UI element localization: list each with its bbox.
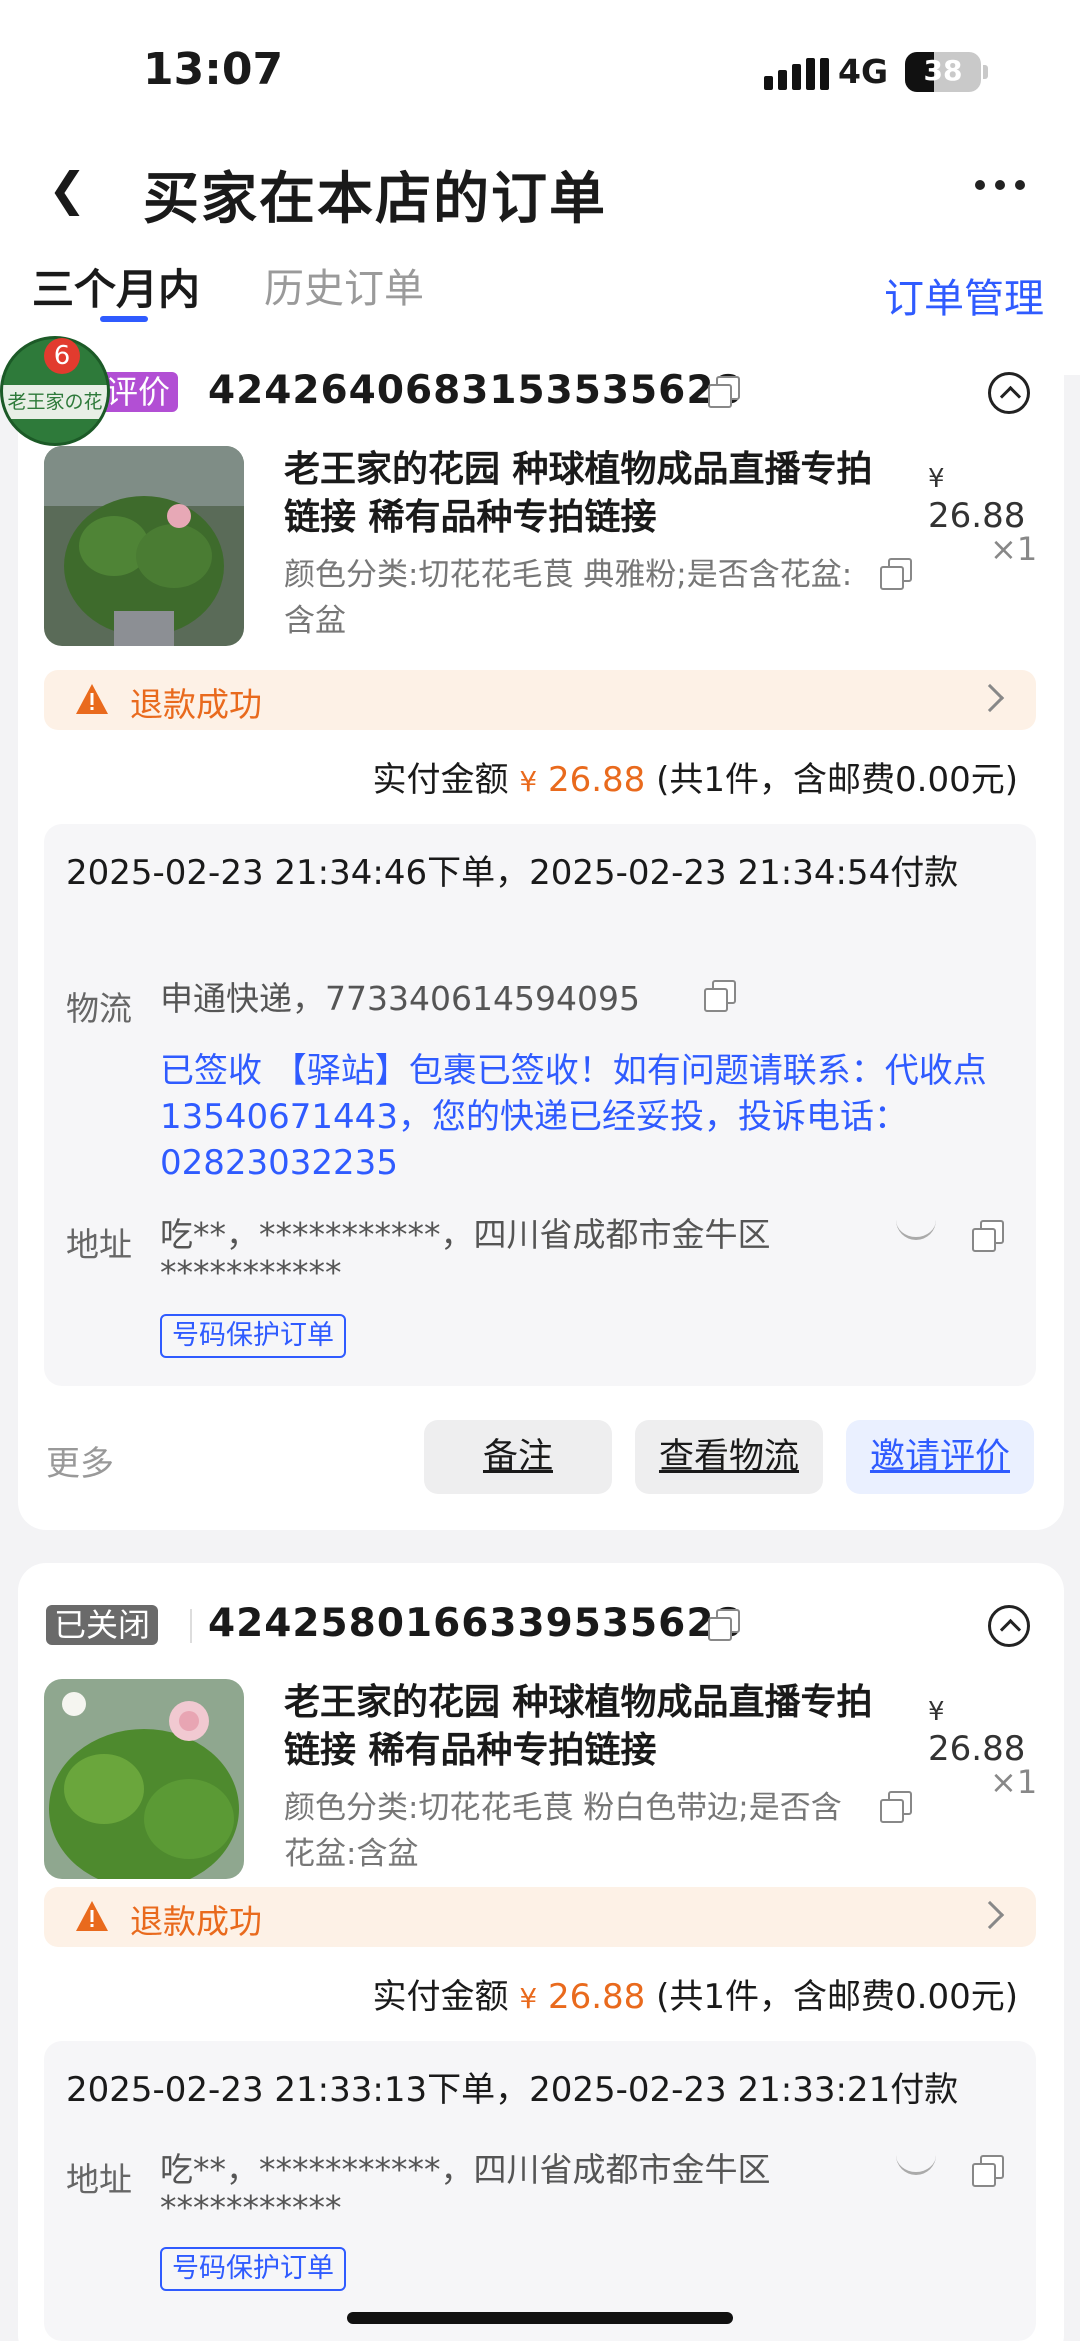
product-item[interactable]: 老王家的花园 种球植物成品直播专拍链接 稀有品种专拍链接 颜色分类:切花花毛茛 … [44,1679,1044,1879]
nav-bar: ❮ 买家在本店的订单 [0,150,1080,232]
copy-spec-icon[interactable] [880,1791,912,1823]
order-header: 已关闭 4242580166339535628 [18,1601,1064,1661]
order-management-link[interactable]: 订单管理 [884,266,1044,324]
address-value-line2: *********** [160,1253,342,1292]
product-name: 老王家的花园 种球植物成品直播专拍链接 稀有品种专拍链接 [284,1682,873,1771]
product-spec: 颜色分类:切花花毛茛 典雅粉;是否含花盆:含盆 [284,557,853,639]
logistics-message[interactable]: 已签收 【驿站】包裹已签收！如有问题请联系：代收点13540671443，您的快… [160,1048,990,1186]
page-title: 买家在本店的订单 [143,167,607,232]
warning-icon [76,684,108,714]
copy-spec-icon[interactable] [880,558,912,590]
network-type: 4G [838,52,889,91]
address-value: 吃**，***********，四川省成都市金牛区 [160,2150,771,2189]
tab-history-orders[interactable]: 历史订单 [264,256,424,314]
notification-badge: 6 [44,338,80,374]
order-number: 4242640683153535628 [208,368,743,413]
order-header: 评价 4242640683153535628 [18,368,1064,428]
status-bar: 13:07 4G 38 [0,44,1080,104]
collapse-icon[interactable] [988,1605,1030,1647]
paid-note: (共1件，含邮费0.00元) [656,760,1018,800]
address-value: 吃**，***********，四川省成都市金牛区 [160,1215,771,1254]
copy-address-icon[interactable] [972,2155,1004,2187]
copy-order-number-icon[interactable] [708,376,740,408]
view-logistics-button[interactable]: 查看物流 [635,1420,823,1494]
paid-amount-row: 实付金额 ¥ 26.88 (共1件，含邮费0.00元) [18,752,1018,801]
copy-order-number-icon[interactable] [708,1609,740,1641]
order-actions: 更多 备注 查看物流 邀请评价 [18,1420,1064,1500]
order-tabs: 三个月内 历史订单 订单管理 [0,250,1080,330]
number-protection-tag: 号码保护订单 [160,2247,346,2291]
order-number: 4242580166339535628 [208,1601,743,1646]
logistics-label: 物流 [66,989,132,1028]
order-timestamps: 2025-02-23 21:34:46下单，2025-02-23 21:34:5… [66,853,959,893]
address-value-line2: *********** [160,2188,342,2227]
address-label: 地址 [66,1225,132,1264]
warning-icon [76,1901,108,1931]
order-card: 评价 4242640683153535628 老王家的花园 种球植物成品直播专拍… [18,330,1064,1530]
product-quantity: ×1 [990,530,1038,568]
product-spec: 颜色分类:切花花毛茛 粉白色带边;是否含花盆:含盆 [284,1790,842,1872]
refund-status-bar[interactable]: 退款成功 [44,670,1036,730]
status-time: 13:07 [143,44,284,95]
product-name: 老王家的花园 种球植物成品直播专拍链接 稀有品种专拍链接 [284,449,873,538]
more-options-icon[interactable] [975,180,1025,190]
back-icon[interactable]: ❮ [48,164,88,214]
chevron-right-icon [975,1900,1005,1930]
chevron-right-icon [975,683,1005,713]
order-timestamps: 2025-02-23 21:33:13下单，2025-02-23 21:33:2… [66,2070,959,2110]
product-thumbnail [44,1679,244,1879]
copy-address-icon[interactable] [972,1220,1004,1252]
collapse-icon[interactable] [988,372,1030,414]
paid-amount: ¥ 26.88 [519,1977,646,2017]
product-item[interactable]: 老王家的花园 种球植物成品直播专拍链接 稀有品种专拍链接 颜色分类:切花花毛茛 … [44,446,1044,646]
top-bar: 13:07 4G 38 ❮ 买家在本店的订单 三个月内 历史订单 订单管理 [0,0,1080,375]
tab-three-months[interactable]: 三个月内 [32,256,200,317]
eye-closed-icon[interactable] [896,1220,936,1240]
battery-icon: 38 [905,52,981,92]
order-status-badge: 已关闭 [46,1605,159,1645]
home-indicator[interactable] [347,2312,733,2324]
order-info-panel: 2025-02-23 21:34:46下单，2025-02-23 21:34:5… [44,824,1036,1386]
product-price: ¥ 26.88 [928,464,1026,536]
paid-amount: ¥ 26.88 [519,760,646,800]
number-protection-tag: 号码保护订单 [160,1314,346,1358]
product-quantity: ×1 [990,1763,1038,1801]
paid-label: 实付金额 [372,1977,509,2017]
paid-label: 实付金额 [372,760,509,800]
invite-review-button[interactable]: 邀请评价 [846,1420,1034,1494]
refund-status-text: 退款成功 [130,1902,262,1941]
more-button[interactable]: 更多 [46,1436,114,1485]
note-button[interactable]: 备注 [424,1420,612,1494]
order-info-panel: 2025-02-23 21:33:13下单，2025-02-23 21:33:2… [44,2041,1036,2341]
battery-level: 38 [923,54,963,87]
product-thumbnail [44,446,244,646]
paid-amount-row: 实付金额 ¥ 26.88 (共1件，含邮费0.00元) [18,1969,1018,2018]
order-card: 已关闭 4242580166339535628 老王家的花园 种球植物成品直播专… [18,1563,1064,2341]
order-status-badge: 评价 [98,372,179,412]
paid-note: (共1件，含邮费0.00元) [656,1977,1018,2017]
header-divider [190,1609,192,1643]
tab-active-indicator [100,316,148,322]
logistics-carrier: 申通快递，773340614594095 [160,979,640,1018]
refund-status-bar[interactable]: 退款成功 [44,1887,1036,1947]
shop-name: 老王家の花园 [7,391,103,440]
battery-tip [983,65,988,79]
copy-tracking-icon[interactable] [704,980,736,1012]
eye-closed-icon[interactable] [896,2155,936,2175]
refund-status-text: 退款成功 [130,685,262,724]
product-price: ¥ 26.88 [928,1697,1026,1769]
address-label: 地址 [66,2160,132,2199]
signal-icon [764,58,829,90]
